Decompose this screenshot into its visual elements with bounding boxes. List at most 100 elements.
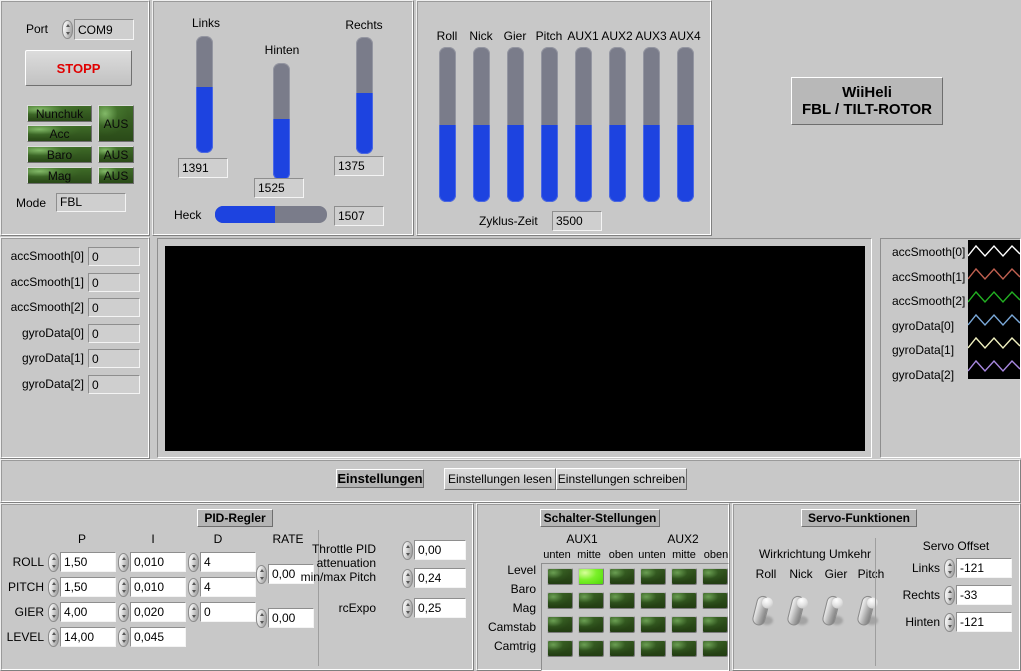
switch-led-r3-c4[interactable] [671,640,697,657]
pid-row-label-pitch: PITCH [8,580,44,594]
switch-position-label-aux2-oben: oben [703,549,729,561]
servo-offset-value-links[interactable]: -121 [956,558,1012,578]
servo-rechts-value: 1375 [334,156,384,176]
rcexpo-spinner[interactable] [402,599,413,618]
pid-col-i: I [151,532,155,546]
switch-led-r1-c5[interactable] [702,592,728,609]
waveform-chart-frame [157,238,872,458]
servo-rechts-tank [356,37,373,154]
reverse-toggle-roll[interactable] [751,594,775,630]
pid-spinner-gier-p[interactable] [48,603,59,622]
pid-spinner-pitch-i[interactable] [118,578,129,597]
write-settings-button[interactable]: Einstellungen schreiben [556,468,687,490]
pid-field-roll-d[interactable]: 4 [200,552,256,572]
read-settings-button[interactable]: Einstellungen lesen [444,468,556,490]
pid-spinner-gier-i[interactable] [118,603,129,622]
switch-led-r0-c1[interactable] [578,568,604,585]
switch-led-r2-c0[interactable] [547,616,573,633]
minmax-pitch-value[interactable]: 0,24 [414,568,466,588]
rc-channel-tank-aux3 [643,47,660,202]
switch-led-r0-c5[interactable] [702,568,728,585]
pid-spinner-level-i[interactable] [118,628,129,647]
reverse-toggle-nick[interactable] [786,594,810,630]
servo-offset-spinner-hinten[interactable] [944,613,955,632]
switch-led-r2-c2[interactable] [609,616,635,633]
pid-spinner-gier-rate[interactable] [256,609,267,628]
switch-led-r2-c3[interactable] [640,616,666,633]
sensor-button-mag[interactable]: Mag [27,167,92,184]
stop-button[interactable]: STOPP [25,50,132,86]
switch-led-r0-c4[interactable] [671,568,697,585]
pid-spinner-level-p[interactable] [48,628,59,647]
sensor-label-0: accSmooth[0] [10,249,84,263]
legend-waveform-2 [967,290,1021,304]
minmax-pitch-spinner[interactable] [402,569,413,588]
pid-field-gier-d[interactable]: 0 [200,602,256,622]
switch-led-r1-c3[interactable] [640,592,666,609]
pid-spinner-pitch-p[interactable] [48,578,59,597]
switch-led-r3-c2[interactable] [609,640,635,657]
switch-led-r0-c3[interactable] [640,568,666,585]
reverse-toggle-gier[interactable] [821,594,845,630]
pid-field-roll-p[interactable]: 1,50 [60,552,116,572]
pid-spinner-roll-d[interactable] [188,553,199,572]
port-spinner[interactable] [62,20,73,39]
switch-led-r1-c1[interactable] [578,592,604,609]
pid-spinner-roll-rate[interactable] [256,565,267,584]
pid-spinner-roll-i[interactable] [118,553,129,572]
pid-field-level-i[interactable]: 0,045 [130,627,186,647]
servo-offset-value-hinten[interactable]: -121 [956,612,1012,632]
switch-led-r1-c0[interactable] [547,592,573,609]
rcexpo-value[interactable]: 0,25 [414,598,466,618]
pid-field-level-p[interactable]: 14,00 [60,627,116,647]
switch-led-r0-c0[interactable] [547,568,573,585]
pid-spinner-pitch-d[interactable] [188,578,199,597]
switch-led-r3-c0[interactable] [547,640,573,657]
servo-hinten-label: Hinten [264,43,300,57]
switch-led-r1-c4[interactable] [671,592,697,609]
pid-field-pitch-p[interactable]: 1,50 [60,577,116,597]
pid-field-gier-i[interactable]: 0,020 [130,602,186,622]
legend-label-0[interactable]: accSmooth[0] [892,246,972,259]
port-value[interactable]: COM9 [74,19,134,40]
pid-field-roll-i[interactable]: 0,010 [130,552,186,572]
pid-field-gier-p[interactable]: 4,00 [60,602,116,622]
servo-offset-spinner-links[interactable] [944,559,955,578]
pid-field-pitch-i[interactable]: 0,010 [130,577,186,597]
app-title-line1: WiiHeli [842,84,892,101]
switch-led-r0-c2[interactable] [609,568,635,585]
pid-title: PID-Regler [197,509,273,527]
waveform-chart[interactable] [165,246,865,451]
pid-spinner-roll-p[interactable] [48,553,59,572]
switch-led-r1-c2[interactable] [609,592,635,609]
switch-led-r2-c5[interactable] [702,616,728,633]
servo-offset-value-rechts[interactable]: -33 [956,585,1012,605]
servo-links-fill [196,87,213,153]
sensor-button-nunchuk[interactable]: Nunchuk [27,105,92,122]
sensor-button-baro[interactable]: Baro [27,146,92,163]
switch-led-r3-c3[interactable] [640,640,666,657]
throttle-pid-spinner[interactable] [402,541,413,560]
sensor-button-acc[interactable]: Acc [27,125,92,142]
rcexpo-label: rcExpo [338,601,376,615]
pid-spinner-gier-d[interactable] [188,603,199,622]
rc-channel-tank-gier [507,47,524,202]
switch-led-r3-c1[interactable] [578,640,604,657]
legend-label-3[interactable]: gyroData[0] [892,320,972,333]
legend-label-1[interactable]: accSmooth[1] [892,271,972,284]
legend-label-2[interactable]: accSmooth[2] [892,295,972,308]
legend-label-5[interactable]: gyroData[2] [892,369,972,382]
reverse-axis-label-gier: Gier [824,567,848,581]
switch-led-r2-c4[interactable] [671,616,697,633]
reverse-toggle-pitch[interactable] [856,594,880,630]
pid-field-pitch-d[interactable]: 4 [200,577,256,597]
switches-group-aux1: AUX1 [566,532,598,546]
legend-label-4[interactable]: gyroData[1] [892,344,972,357]
throttle-pid-value[interactable]: 0,00 [414,540,466,560]
switch-led-r2-c1[interactable] [578,616,604,633]
servo-hinten-fill [273,119,290,180]
mode-label: Mode [16,196,47,210]
sensor-label-5: gyroData[2] [21,377,84,391]
switch-led-r3-c5[interactable] [702,640,728,657]
servo-offset-spinner-rechts[interactable] [944,586,955,605]
